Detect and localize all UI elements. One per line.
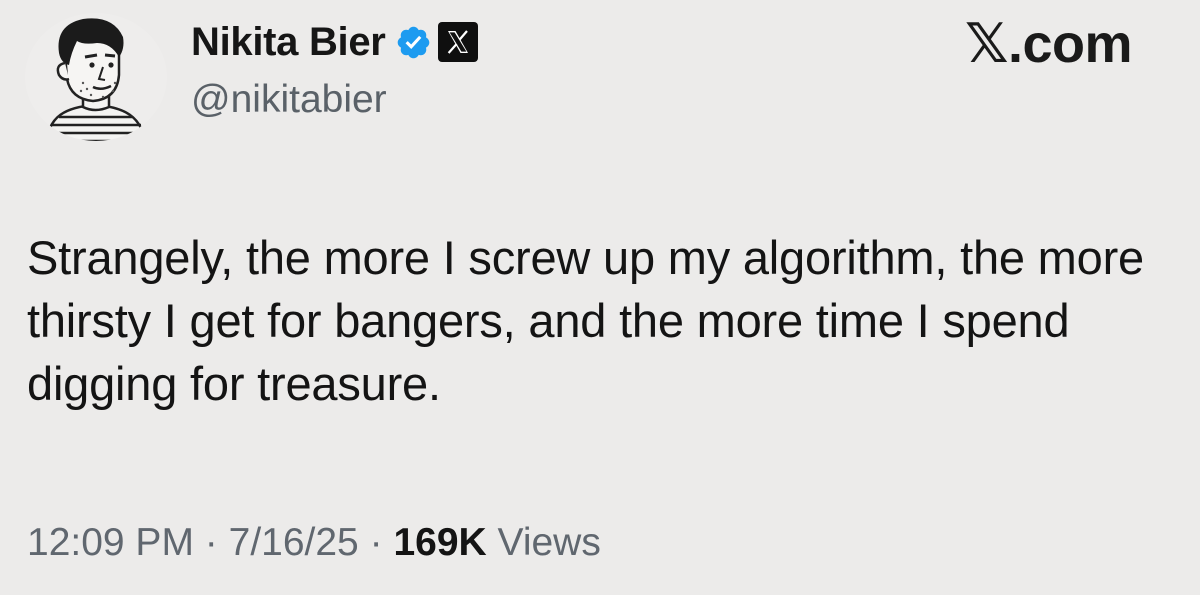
tweet-text: Strangely, the more I screw up my algori…: [27, 231, 1144, 410]
tweet-meta: 12:09 PM · 7/16/25 · 169K Views: [27, 518, 601, 568]
tweet-card: Nikita Bier @nikitabier 𝕏.com Strangely,…: [0, 0, 1200, 595]
author-handle[interactable]: @nikitabier: [191, 76, 480, 124]
author-display-name[interactable]: Nikita Bier: [191, 16, 386, 68]
author-block: Nikita Bier @nikitabier: [191, 16, 480, 124]
meta-separator: ·: [369, 521, 383, 564]
meta-separator: ·: [204, 521, 218, 564]
site-label: 𝕏.com: [965, 14, 1133, 74]
tweet-time[interactable]: 12:09 PM: [27, 521, 194, 564]
avatar-portrait-icon: [45, 18, 147, 141]
views-label: Views: [497, 521, 601, 564]
tweet-date[interactable]: 7/16/25: [229, 521, 359, 564]
views-count: 169K: [393, 521, 487, 564]
verified-checkmark-icon[interactable]: [395, 24, 432, 61]
x-affiliation-icon[interactable]: [436, 20, 480, 64]
avatar[interactable]: [25, 13, 167, 141]
name-row: Nikita Bier: [191, 16, 480, 68]
